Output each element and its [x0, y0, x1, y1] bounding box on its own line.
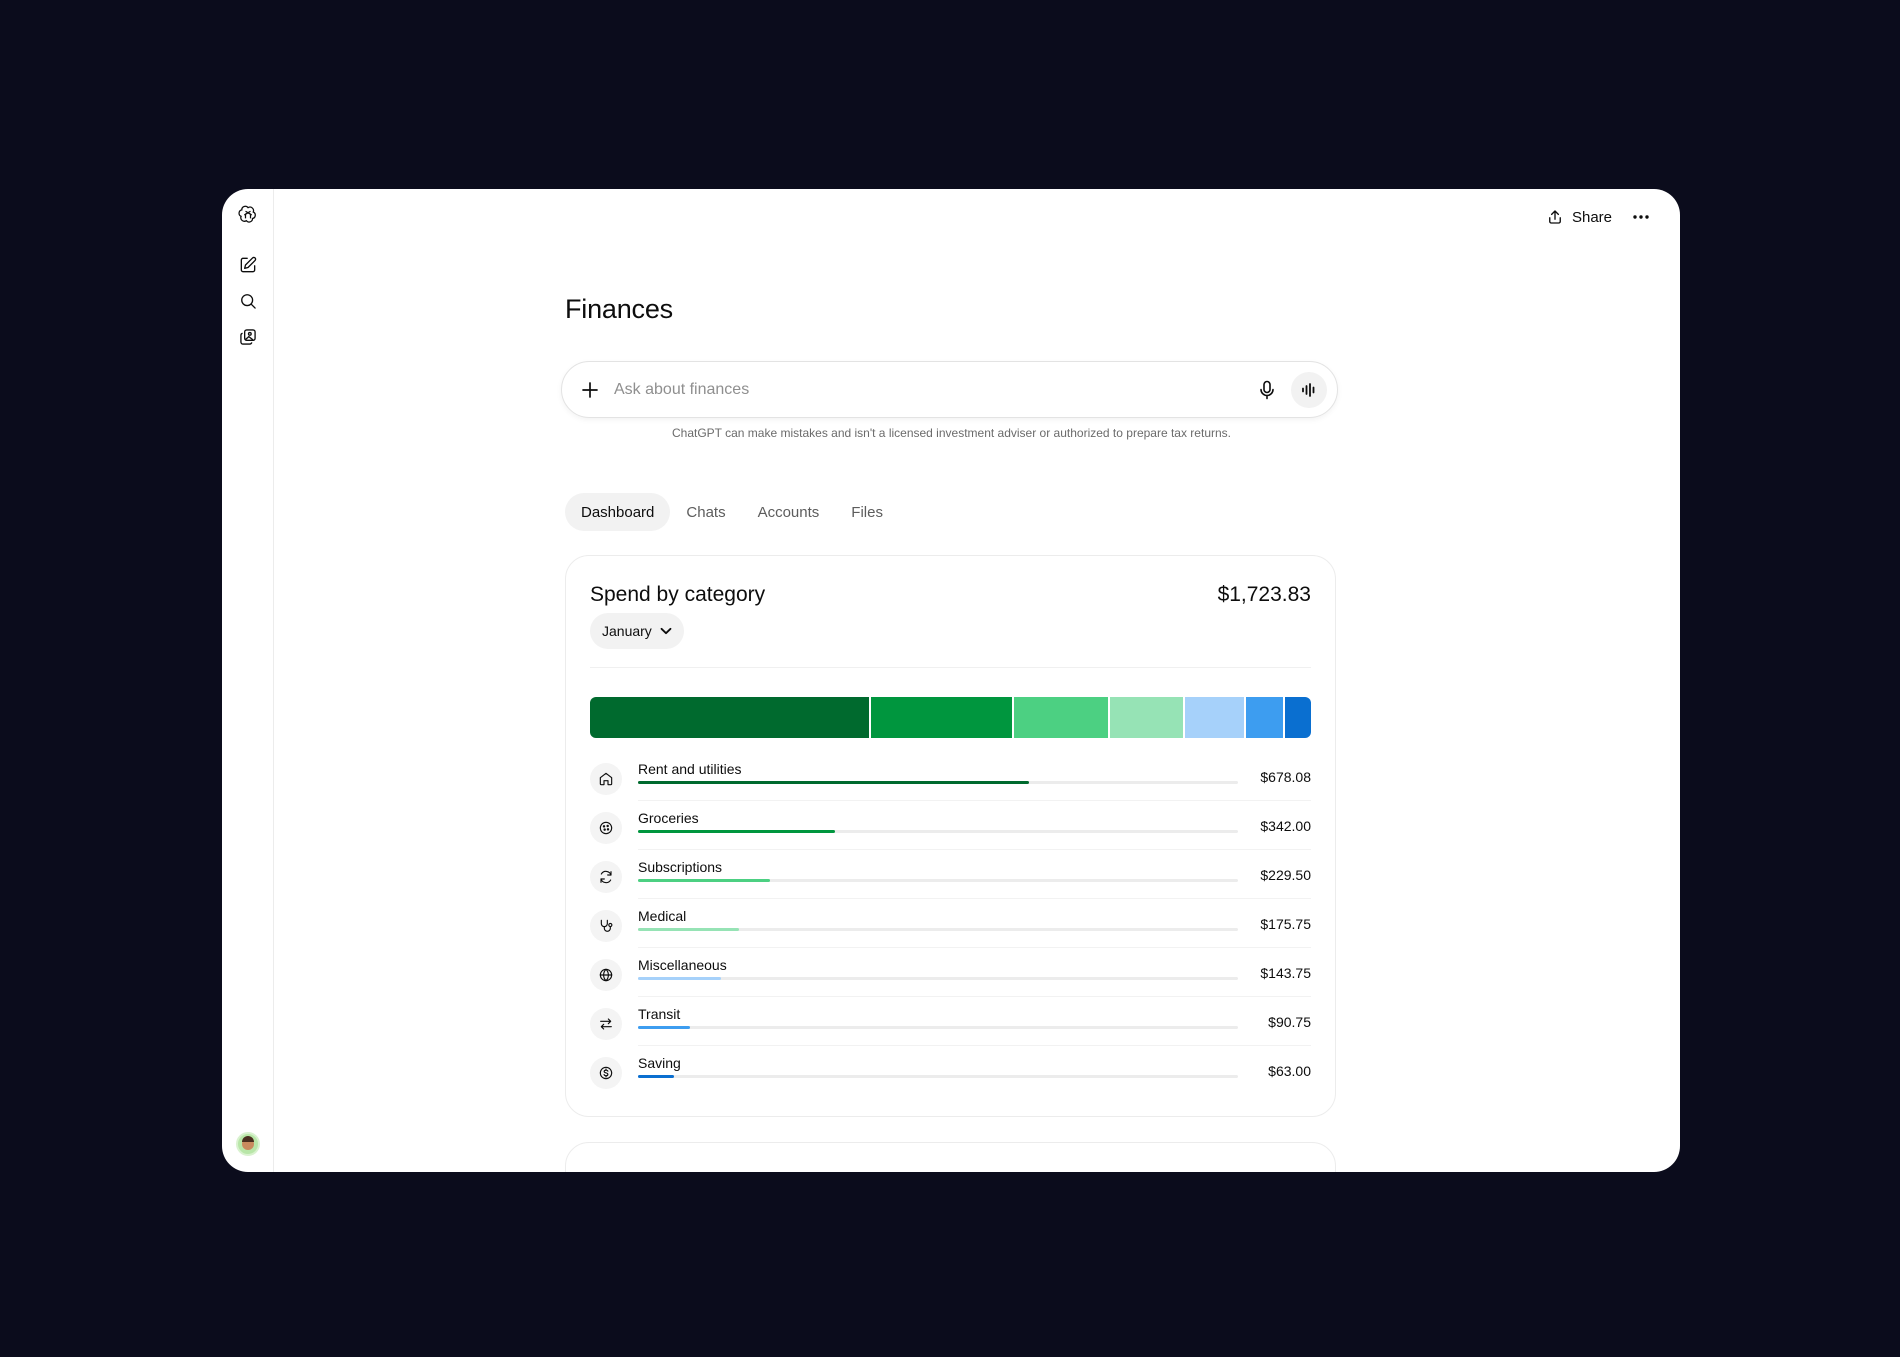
stacked-spend-bar [590, 697, 1311, 738]
add-attachment-icon[interactable] [578, 378, 602, 402]
more-options-icon[interactable] [1630, 206, 1652, 228]
stethoscope-icon [590, 910, 622, 942]
stack-segment [1013, 697, 1109, 738]
category-amount: $143.75 [1260, 965, 1311, 981]
category-progress-track [638, 1075, 1238, 1078]
dollar-icon [590, 1057, 622, 1089]
app-window: Share Finances ChatGPT can make mistakes… [222, 189, 1680, 1172]
category-name: Medical [638, 908, 687, 924]
category-progress-fill [638, 830, 836, 833]
category-progress-fill [638, 1075, 675, 1078]
tab-chats[interactable]: Chats [670, 493, 741, 531]
new-chat-icon[interactable] [236, 253, 260, 277]
category-row[interactable]: Groceries $342.00 [590, 802, 1311, 850]
category-progress-fill [638, 879, 771, 882]
category-row[interactable]: Rent and utilities $678.08 [590, 753, 1311, 801]
stack-segment [1285, 697, 1311, 738]
images-library-icon[interactable] [236, 325, 260, 349]
share-button[interactable]: Share [1546, 208, 1612, 226]
refresh-icon [590, 861, 622, 893]
row-divider [638, 800, 1311, 801]
share-label: Share [1571, 208, 1612, 226]
card-title: Spend by category [590, 583, 766, 606]
category-progress-fill [638, 977, 721, 980]
month-label: January [602, 623, 652, 639]
stack-segment [1110, 697, 1183, 738]
category-progress-track [638, 781, 1238, 784]
row-divider [638, 849, 1311, 850]
category-amount: $175.75 [1260, 916, 1311, 932]
category-row[interactable]: Saving $63.00 [590, 1047, 1311, 1095]
spend-total: $1,723.83 [1217, 583, 1311, 606]
category-amount: $90.75 [1268, 1014, 1311, 1030]
category-row[interactable]: Miscellaneous $143.75 [590, 949, 1311, 997]
voice-mode-icon[interactable] [1291, 372, 1327, 408]
chevron-down-icon [660, 627, 672, 635]
tab-files[interactable]: Files [835, 493, 899, 531]
category-progress-track [638, 830, 1238, 833]
category-progress-track [638, 977, 1238, 980]
category-progress-track [638, 928, 1238, 931]
category-name: Groceries [638, 810, 699, 826]
row-divider [638, 947, 1311, 948]
stack-segment [1184, 697, 1244, 738]
month-dropdown[interactable]: January [590, 613, 684, 649]
home-icon [590, 763, 622, 795]
category-amount: $229.50 [1260, 867, 1311, 883]
category-name: Transit [638, 1006, 681, 1022]
category-row[interactable]: Subscriptions $229.50 [590, 851, 1311, 899]
stack-segment [1245, 697, 1284, 738]
microphone-icon[interactable] [1255, 378, 1279, 402]
category-progress-track [638, 1026, 1238, 1029]
stack-segment [871, 697, 1012, 738]
tab-dashboard[interactable]: Dashboard [565, 493, 671, 531]
category-name: Subscriptions [638, 859, 723, 875]
category-row[interactable]: Transit $90.75 [590, 998, 1311, 1046]
cookie-icon [590, 812, 622, 844]
category-amount: $678.08 [1260, 769, 1311, 785]
page-title: Finances [565, 294, 673, 324]
secondary-card [565, 1142, 1336, 1172]
category-progress-fill [638, 1026, 691, 1029]
composer [561, 361, 1338, 418]
spend-by-category-card: Spend by category $1,723.83 January Rent… [565, 555, 1336, 1117]
divider [590, 667, 1311, 668]
category-name: Miscellaneous [638, 957, 727, 973]
tab-bar: Dashboard Chats Accounts Files [565, 493, 899, 531]
openai-logo-icon[interactable] [236, 203, 260, 227]
category-progress-fill [638, 781, 1030, 784]
category-amount: $342.00 [1260, 818, 1311, 834]
category-amount: $63.00 [1268, 1063, 1311, 1079]
share-icon [1549, 210, 1561, 224]
globe-icon [590, 959, 622, 991]
ask-input[interactable] [614, 376, 1234, 404]
row-divider [638, 996, 1311, 997]
transfer-icon [590, 1008, 622, 1040]
row-divider [638, 898, 1311, 899]
category-row[interactable]: Medical $175.75 [590, 900, 1311, 948]
top-bar: Share [1546, 206, 1652, 228]
category-progress-track [638, 879, 1238, 882]
search-icon[interactable] [236, 289, 260, 313]
row-divider [638, 1045, 1311, 1046]
tab-accounts[interactable]: Accounts [742, 493, 836, 531]
user-avatar[interactable] [236, 1132, 260, 1156]
disclaimer-text: ChatGPT can make mistakes and isn't a li… [671, 426, 1231, 440]
category-name: Saving [638, 1055, 681, 1071]
stack-segment [590, 697, 870, 738]
sidebar-rail [222, 189, 274, 1172]
category-progress-fill [638, 928, 740, 931]
category-name: Rent and utilities [638, 761, 742, 777]
